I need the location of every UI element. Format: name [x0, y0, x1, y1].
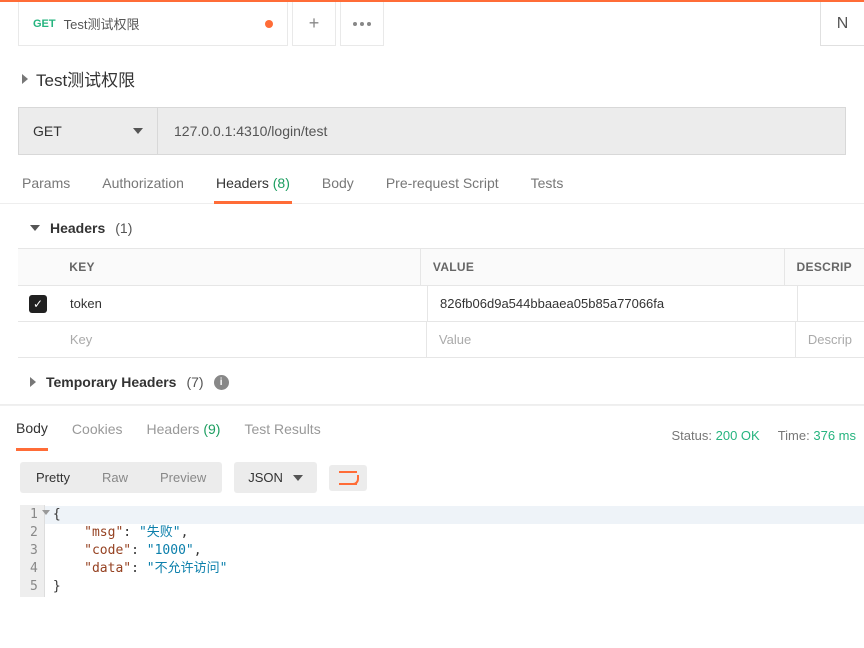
view-pretty[interactable]: Pretty: [20, 462, 86, 493]
tab-authorization[interactable]: Authorization: [102, 175, 184, 203]
temporary-headers-header[interactable]: Temporary Headers (7) i: [0, 358, 864, 405]
new-tab-button[interactable]: +: [292, 2, 336, 46]
breadcrumb-title: Test测试权限: [36, 66, 135, 91]
header-value-input[interactable]: Value: [427, 322, 796, 357]
header-key-cell[interactable]: token: [58, 286, 428, 321]
request-tab[interactable]: GET Test测试权限: [18, 2, 288, 46]
header-key-input[interactable]: Key: [58, 322, 427, 357]
caret-right-icon[interactable]: [22, 74, 28, 84]
tab-params[interactable]: Params: [22, 175, 70, 203]
headers-section-header[interactable]: Headers (1): [0, 204, 864, 248]
view-raw[interactable]: Raw: [86, 462, 144, 493]
headers-count-badge: (1): [115, 220, 132, 236]
tab-tests[interactable]: Tests: [531, 175, 564, 203]
view-preview[interactable]: Preview: [144, 462, 222, 493]
caret-down-icon: [133, 128, 143, 134]
headers-title: Headers: [50, 220, 105, 236]
method-label: GET: [33, 123, 62, 139]
caret-down-icon: [293, 475, 303, 481]
method-select[interactable]: GET: [18, 107, 158, 155]
tab-method: GET: [33, 18, 56, 30]
view-mode-group: Pretty Raw Preview: [20, 462, 222, 493]
tab-prerequest[interactable]: Pre-request Script: [386, 175, 499, 203]
dot-icon: [360, 22, 364, 26]
resp-tab-headers[interactable]: Headers (9): [147, 421, 221, 449]
wrap-lines-button[interactable]: [329, 465, 367, 491]
status-label: Status:: [672, 428, 712, 443]
breadcrumb: Test测试权限: [0, 46, 864, 107]
col-value: VALUE: [421, 249, 785, 285]
right-btn-label: N: [837, 15, 849, 33]
header-desc-input[interactable]: Descrip: [796, 322, 864, 357]
url-input[interactable]: 127.0.0.1:4310/login/test: [158, 107, 846, 155]
right-panel-button[interactable]: N: [820, 2, 864, 46]
headers-table: KEY VALUE DESCRIP ✓ token 826fb06d9a544b…: [18, 248, 864, 358]
tabbar: GET Test测试权限 + N: [0, 0, 864, 46]
time-value: 376 ms: [813, 428, 856, 443]
info-icon[interactable]: i: [214, 375, 229, 390]
resp-headers-count: (9): [203, 421, 220, 437]
dot-icon: [353, 22, 357, 26]
temp-headers-title: Temporary Headers: [46, 374, 176, 390]
fold-icon[interactable]: [42, 510, 50, 515]
code-lines: { "msg": "失败", "code": "1000", "data": "…: [45, 505, 864, 597]
response-status: Status: 200 OK Time: 376 ms: [672, 428, 856, 443]
col-desc: DESCRIP: [785, 249, 864, 285]
dot-icon: [367, 22, 371, 26]
tab-title: Test测试权限: [64, 14, 140, 33]
request-url-row: GET 127.0.0.1:4310/login/test: [18, 107, 846, 155]
header-desc-cell[interactable]: [798, 286, 864, 321]
response-body[interactable]: 1 2 3 4 5 { "msg": "失败", "code": "1000",…: [0, 505, 864, 597]
format-select[interactable]: JSON: [234, 462, 317, 493]
caret-down-icon: [30, 225, 40, 231]
tab-headers[interactable]: Headers (8): [216, 175, 290, 203]
tab-body[interactable]: Body: [322, 175, 354, 203]
col-key: KEY: [57, 249, 421, 285]
resp-tab-body[interactable]: Body: [16, 420, 48, 451]
format-label: JSON: [248, 470, 283, 485]
response-toolbar: Pretty Raw Preview JSON: [0, 450, 864, 505]
resp-tab-cookies[interactable]: Cookies: [72, 421, 123, 449]
request-tabs: Params Authorization Headers (8) Body Pr…: [0, 155, 864, 204]
check-icon: ✓: [33, 297, 43, 311]
resp-tab-testresults[interactable]: Test Results: [244, 421, 320, 449]
wrap-icon: [339, 471, 357, 485]
table-header: KEY VALUE DESCRIP: [18, 249, 864, 286]
line-gutter: 1 2 3 4 5: [20, 505, 45, 597]
table-row: ✓ token 826fb06d9a544bbaaea05b85a77066fa: [18, 286, 864, 322]
header-value-cell[interactable]: 826fb06d9a544bbaaea05b85a77066fa: [428, 286, 798, 321]
tab-options-button[interactable]: [340, 2, 384, 46]
response-tabs: Body Cookies Headers (9) Test Results St…: [0, 405, 864, 450]
plus-icon: +: [309, 13, 320, 34]
status-value: 200 OK: [716, 428, 760, 443]
unsaved-dot-icon: [265, 20, 273, 28]
table-row-new: Key Value Descrip: [18, 322, 864, 358]
time-label: Time:: [778, 428, 810, 443]
row-checkbox[interactable]: ✓: [29, 295, 47, 313]
url-value: 127.0.0.1:4310/login/test: [174, 123, 327, 139]
caret-right-icon: [30, 377, 36, 387]
temp-headers-count: (7): [186, 374, 203, 390]
headers-count: (8): [273, 175, 290, 191]
